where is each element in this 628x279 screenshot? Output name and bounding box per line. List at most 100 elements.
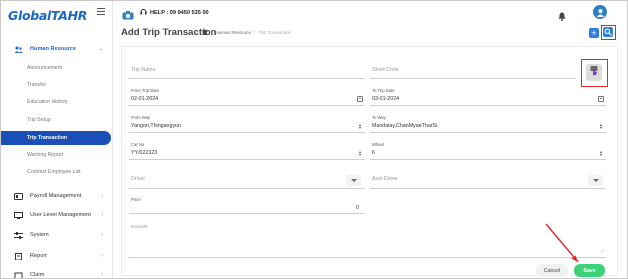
to-way-label: To Way	[372, 115, 386, 120]
avatar[interactable]	[593, 5, 607, 19]
logo-text-global: Global	[8, 7, 51, 23]
trip-name-field[interactable]: Trip Name	[131, 67, 156, 73]
driver-dropdown-button[interactable]	[346, 175, 361, 186]
from-trip-date-field[interactable]: 02-01-2024	[131, 96, 158, 102]
payroll-icon	[14, 192, 23, 200]
car-no-underline	[129, 159, 365, 160]
chevron-right-icon: ›	[101, 193, 103, 199]
from-trip-date-label: From Trip Date	[131, 88, 159, 93]
sidebar-subitem-education-history[interactable]: Education History	[1, 95, 112, 109]
bell-icon[interactable]	[558, 8, 566, 21]
car-no-select[interactable]: YY/022323	[131, 150, 157, 156]
to-way-select[interactable]: Mandalay,ChanMyaeTharSi	[372, 123, 437, 129]
sidebar-item-user-level-management[interactable]: User Level Management ›	[1, 207, 112, 223]
claim-icon	[14, 272, 23, 278]
from-trip-date-underline	[129, 105, 365, 106]
sidebar-item-system[interactable]: System ›	[1, 227, 112, 243]
driver-select[interactable]: Driver	[131, 176, 145, 182]
app-logo[interactable]: GlobalTAHR	[8, 5, 87, 25]
camera-icon[interactable]	[122, 7, 134, 20]
chevron-down-icon: ⌄	[98, 46, 103, 52]
short-code-generate-button[interactable]	[586, 64, 602, 81]
sidebar-subitem-warning-report[interactable]: Warning Report	[1, 148, 112, 162]
sidebar-item-label: User Level Management	[30, 212, 91, 218]
price-input[interactable]: 0	[356, 205, 359, 211]
sidebar-subitem-trip-setup[interactable]: Trip Setup	[1, 113, 112, 127]
chevron-right-icon: ›	[101, 212, 103, 218]
to-trip-date-field[interactable]: 03-01-2024	[372, 96, 399, 102]
people-icon	[14, 46, 23, 53]
sidebar-item-label: System	[30, 232, 49, 238]
sidebar-subitem-label: Contract Employee List	[27, 169, 81, 175]
sidebar-subitem-transfer[interactable]: Transfer	[1, 78, 112, 92]
breadcrumb-separator: /	[254, 30, 256, 35]
breadcrumb: / Human Resource / Trip Transaction	[202, 29, 291, 36]
logo-text-tahr: TAHR	[51, 7, 88, 23]
asst-driver-select[interactable]: Asst Driver	[372, 176, 398, 182]
to-trip-date-label: To Trip Date	[372, 88, 395, 93]
asst-driver-dropdown-button[interactable]	[588, 175, 603, 186]
asst-driver-underline	[370, 188, 606, 189]
sidebar-item-label: Claim	[30, 272, 45, 278]
sidebar-subitem-trip-transaction[interactable]: Trip Transaction	[1, 131, 111, 145]
car-no-label: Car No	[131, 142, 145, 147]
from-way-underline	[129, 132, 365, 133]
sidebar-subitem-contract-employee-list[interactable]: Contract Employee List	[1, 165, 112, 179]
remark-label: Remark	[131, 225, 148, 230]
sidebar-item-claim[interactable]: Claim ›	[1, 267, 112, 278]
sidebar-item-label: Payroll Management	[30, 193, 82, 199]
trip-name-underline	[129, 78, 365, 79]
select-updown-icon: ▴ ▾	[359, 149, 362, 157]
report-icon	[14, 252, 23, 260]
hamburger-menu-icon[interactable]	[97, 8, 105, 15]
breadcrumb-section[interactable]: Human Resource	[215, 30, 251, 35]
calendar-icon[interactable]	[598, 96, 604, 102]
help-text: HELP : 09 9450 535 00	[150, 9, 209, 16]
sidebar-subitem-label: Trip Transaction	[27, 135, 68, 141]
sidebar-item-report[interactable]: Report ›	[1, 248, 112, 264]
wheel-label: Wheel	[372, 142, 384, 147]
chevron-right-icon: ›	[101, 232, 103, 238]
home-icon[interactable]	[202, 29, 208, 36]
sidebar-subitem-announcement[interactable]: Announcement	[1, 61, 112, 75]
sidebar-subitem-label: Warning Report	[27, 152, 64, 158]
topbar: HELP : 09 9450 535 00	[113, 1, 627, 23]
sidebar: GlobalTAHR Human Resource ⌄ Announcement…	[1, 1, 113, 278]
price-underline	[129, 213, 365, 214]
select-updown-icon: ▴ ▾	[600, 149, 603, 157]
sidebar-item-label: Report	[30, 253, 47, 259]
sliders-icon	[14, 231, 23, 239]
search-user-icon	[604, 23, 612, 41]
calendar-icon[interactable]	[357, 96, 363, 102]
sidebar-item-label: Human Resource	[30, 46, 77, 52]
price-label: Price	[131, 197, 141, 202]
wheel-underline	[370, 159, 606, 160]
wheel-select[interactable]: 6	[372, 150, 375, 156]
pointer-hand-icon	[589, 64, 599, 82]
search-button-highlight	[601, 25, 616, 40]
remark-textarea[interactable]: ⟋	[129, 233, 606, 258]
caret-down-icon	[592, 179, 599, 182]
resize-handle-icon[interactable]: ⟋	[600, 249, 604, 255]
red-arrow-annotation	[545, 223, 579, 263]
select-updown-icon: ▴ ▾	[359, 122, 362, 130]
from-way-select[interactable]: Yangon,Thingangyun	[131, 123, 181, 129]
sidebar-subitem-label: Transfer	[27, 82, 47, 88]
headset-icon	[140, 8, 147, 17]
sidebar-item-payroll-management[interactable]: Payroll Management ›	[1, 188, 112, 204]
select-updown-icon: ▴ ▾	[600, 122, 603, 130]
from-way-label: From Way	[131, 115, 151, 120]
short-code-field[interactable]: Short Code	[372, 67, 399, 73]
driver-underline	[129, 188, 365, 189]
to-way-underline	[370, 132, 606, 133]
short-code-button-highlight	[581, 59, 608, 87]
monitor-icon	[14, 211, 23, 219]
sidebar-subitem-label: Trip Setup	[27, 117, 51, 123]
short-code-underline	[370, 78, 576, 79]
add-button[interactable]: +	[589, 28, 599, 38]
chevron-right-icon: ›	[101, 272, 103, 278]
sidebar-subitem-label: Education History	[27, 99, 68, 105]
search-button[interactable]	[603, 27, 613, 37]
breadcrumb-current: Trip Transaction	[258, 30, 292, 35]
sidebar-item-human-resource[interactable]: Human Resource ⌄	[1, 41, 112, 57]
